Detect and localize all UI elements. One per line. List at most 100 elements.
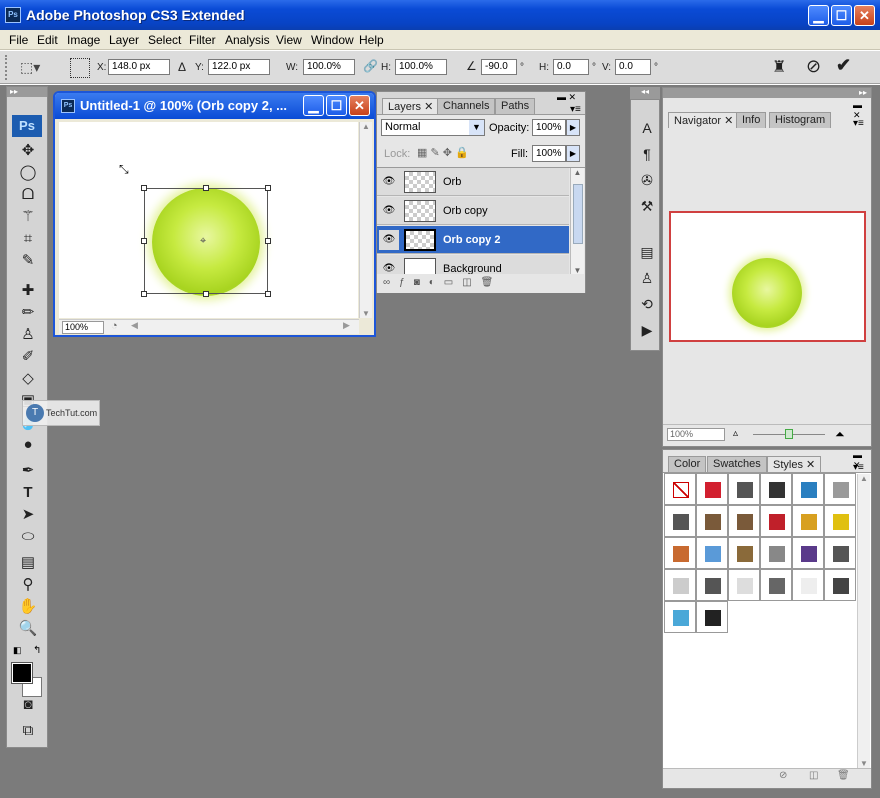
hscroll-right-icon[interactable]: ▶ (343, 320, 350, 331)
character-panel-icon[interactable]: A (637, 118, 657, 138)
layers-panel-collapse-icon[interactable]: ▬ ✕ (557, 92, 576, 103)
hskew-field[interactable]: 0.0 (553, 59, 589, 75)
navigator-menu-icon[interactable]: ▾≡ (853, 118, 864, 129)
width-field[interactable]: 100.0% (303, 59, 355, 75)
transform-handle-bl[interactable] (141, 291, 147, 297)
history-brush-tool-icon[interactable]: ✐ (17, 347, 39, 367)
healing-brush-tool-icon[interactable]: ✚ (17, 281, 39, 301)
style-swatch[interactable] (697, 570, 727, 600)
magic-wand-tool-icon[interactable]: ⚚ (17, 207, 39, 227)
status-menu-icon[interactable]: ◔ (111, 320, 118, 332)
document-zoom-field[interactable]: 100% (62, 321, 104, 334)
quick-mask-icon[interactable]: ◙ (17, 695, 39, 715)
brush-tool-icon[interactable]: ✏ (17, 303, 39, 323)
dodge-tool-icon[interactable]: ● (17, 435, 39, 455)
doc-close-button[interactable]: ✕ (349, 95, 370, 116)
maximize-button[interactable]: ☐ (831, 5, 852, 26)
zoom-in-icon[interactable]: ⏶ (835, 427, 845, 442)
style-swatch[interactable] (697, 538, 727, 568)
paragraph-panel-icon[interactable]: ¶ (637, 144, 657, 164)
toolbox-grip[interactable]: ▸▸ (7, 87, 47, 97)
blend-mode-select[interactable]: Normal ▼ (381, 119, 485, 136)
eye-icon[interactable]: 👁 (379, 259, 399, 274)
style-swatch[interactable] (761, 506, 791, 536)
layer-row-selected[interactable]: 👁 Orb copy 2 (377, 226, 569, 254)
brushes-panel-icon[interactable]: ✇ (637, 170, 657, 190)
tool-presets-panel-icon[interactable]: ⚒ (637, 196, 657, 216)
eye-icon[interactable]: 👁 (379, 172, 399, 192)
tab-styles[interactable]: Styles ✕ (767, 456, 822, 472)
tab-channels[interactable]: Channels (437, 98, 496, 114)
move-tool-icon[interactable]: ✥ (17, 141, 39, 161)
tab-paths[interactable]: Paths (495, 98, 536, 114)
clone-source-panel-icon[interactable]: ♙ (637, 268, 657, 288)
menu-image[interactable]: Image (67, 33, 100, 47)
lock-icons[interactable]: ▦ ✎ ✥ 🔒 (417, 146, 469, 159)
fill-field[interactable]: 100% (532, 145, 566, 162)
transform-handle-r[interactable] (265, 238, 271, 244)
crop-tool-icon[interactable]: ⌗ (17, 229, 39, 249)
ellipse-shape-tool-icon[interactable]: ⬭ (17, 527, 39, 547)
doc-minimize-button[interactable]: ▁ (303, 95, 324, 116)
lasso-tool-icon[interactable]: ᗝ (17, 185, 39, 205)
opacity-slider-button[interactable]: ▶ (566, 119, 580, 136)
menu-file[interactable]: File (9, 33, 28, 47)
tab-swatches[interactable]: Swatches (707, 456, 767, 472)
style-swatch[interactable] (825, 506, 855, 536)
close-button[interactable]: ✕ (854, 5, 875, 26)
transform-handle-l[interactable] (141, 238, 147, 244)
zoom-tool-icon[interactable]: 🔍 (17, 619, 39, 639)
style-swatch[interactable] (729, 506, 759, 536)
style-swatch[interactable] (729, 570, 759, 600)
minimize-button[interactable]: ▁ (808, 5, 829, 26)
style-swatch[interactable] (793, 474, 823, 504)
screen-mode-icon[interactable]: ⧉ (17, 721, 39, 741)
foreground-color-swatch[interactable] (11, 662, 33, 684)
hscroll-left-icon[interactable]: ◀ (131, 320, 138, 331)
style-swatch[interactable] (761, 474, 791, 504)
style-swatch[interactable] (793, 570, 823, 600)
transform-handle-tr[interactable] (265, 185, 271, 191)
transform-center-icon[interactable]: ⌖ (200, 235, 206, 248)
type-tool-icon[interactable]: T (17, 483, 39, 503)
marquee-tool-icon[interactable]: ◯ (17, 163, 39, 183)
style-swatch[interactable] (697, 506, 727, 536)
menu-edit[interactable]: Edit (37, 33, 58, 47)
slice-tool-icon[interactable]: ✎ (17, 251, 39, 271)
navigator-panel-grip[interactable]: ▸▸ (663, 88, 871, 98)
vertical-scrollbar[interactable]: ▲ ▼ (359, 122, 372, 318)
document-titlebar[interactable]: Ps Untitled-1 @ 100% (Orb copy 2, ... ▁ … (55, 93, 374, 119)
style-swatch[interactable] (761, 538, 791, 568)
y-field[interactable]: 122.0 px (208, 59, 270, 75)
opacity-field[interactable]: 100% (532, 119, 566, 136)
eraser-tool-icon[interactable]: ◇ (17, 369, 39, 389)
warp-icon[interactable]: ♜ (772, 57, 786, 77)
path-selection-tool-icon[interactable]: ➤ (17, 505, 39, 525)
eyedropper-tool-icon[interactable]: ⚲ (17, 575, 39, 595)
navigator-zoom-thumb[interactable] (785, 429, 793, 439)
styles-scrollbar[interactable]: ▲ ▼ (857, 474, 870, 768)
height-field[interactable]: 100.0% (395, 59, 447, 75)
layer-row[interactable]: 👁 Orb (377, 168, 569, 196)
cancel-transform-icon[interactable]: ⊘ (806, 56, 821, 77)
hand-tool-icon[interactable]: ✋ (17, 597, 39, 617)
menu-select[interactable]: Select (148, 33, 181, 47)
layer-comps-panel-icon[interactable]: ▤ (637, 242, 657, 262)
navigator-preview[interactable] (669, 211, 866, 342)
style-swatch[interactable] (761, 570, 791, 600)
menu-help[interactable]: Help (359, 33, 384, 47)
style-swatch[interactable] (825, 474, 855, 504)
style-swatch[interactable] (665, 506, 695, 536)
style-swatch[interactable] (665, 570, 695, 600)
canvas[interactable]: ⤡ ⌖ (59, 122, 358, 318)
style-swatch[interactable] (793, 506, 823, 536)
new-style-icon[interactable]: ◫ (809, 770, 818, 781)
tab-histogram[interactable]: Histogram (769, 112, 832, 128)
clone-stamp-tool-icon[interactable]: ♙ (17, 325, 39, 345)
commit-transform-icon[interactable]: ✔ (836, 55, 851, 76)
menu-view[interactable]: View (276, 33, 302, 47)
history-panel-icon[interactable]: ⟲ (637, 294, 657, 314)
style-swatch[interactable] (697, 602, 727, 632)
eye-icon[interactable]: 👁 (379, 230, 399, 250)
menu-layer[interactable]: Layer (109, 33, 139, 47)
